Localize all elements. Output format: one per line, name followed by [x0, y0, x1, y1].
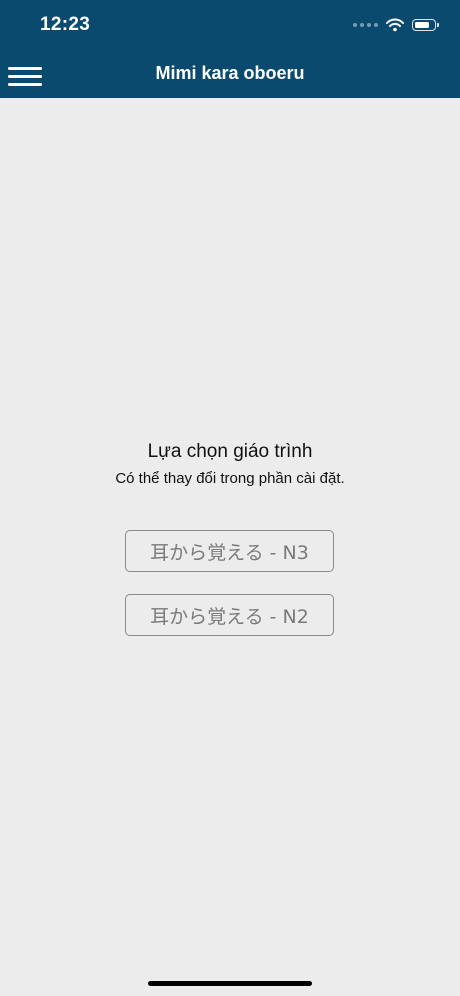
course-selection-panel: Lựa chọn giáo trình Có thể thay đổi tron…: [0, 440, 460, 489]
app-header: 12:23 Mimi kara oboeru: [0, 0, 460, 98]
status-time: 12:23: [40, 14, 91, 35]
selection-subheading: Có thể thay đổi trong phần cài đặt.: [115, 470, 345, 487]
page-title: Mimi kara oboeru: [155, 63, 305, 83]
battery-level: [414, 21, 429, 28]
status-bar: 12:23: [0, 0, 460, 50]
status-icons: [353, 15, 439, 35]
wifi-icon: [386, 18, 404, 32]
course-option-n2-button[interactable]: 耳から覚える - N2: [125, 594, 334, 636]
navigation-bar: Mimi kara oboeru: [0, 50, 460, 98]
cellular-signal-icon: [353, 23, 378, 27]
course-option-n3-button[interactable]: 耳から覚える - N3: [125, 530, 334, 572]
selection-heading: Lựa chọn giáo trình: [147, 441, 313, 462]
home-indicator[interactable]: [148, 981, 312, 986]
battery-icon: [412, 19, 439, 31]
